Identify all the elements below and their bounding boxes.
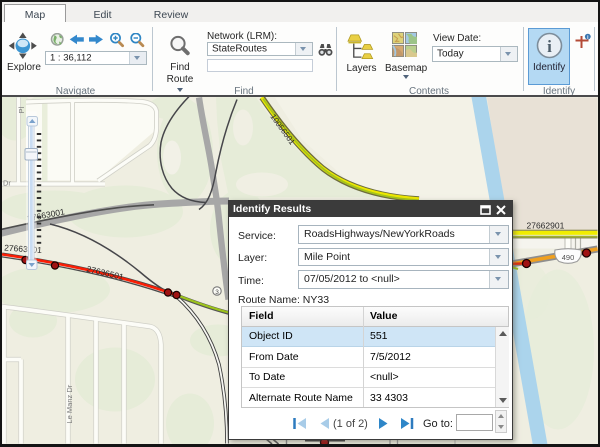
svg-text:i: i (547, 37, 552, 56)
svg-text:27663101: 27663101 (4, 243, 43, 256)
svg-text:490: 490 (562, 253, 575, 262)
svg-text:Pl: Pl (17, 106, 26, 113)
svg-text:27662901: 27662901 (527, 221, 565, 231)
svg-text:3: 3 (215, 289, 219, 296)
svg-text:Dr: Dr (3, 179, 11, 188)
svg-text:Le Manz Dr: Le Manz Dr (65, 384, 74, 423)
